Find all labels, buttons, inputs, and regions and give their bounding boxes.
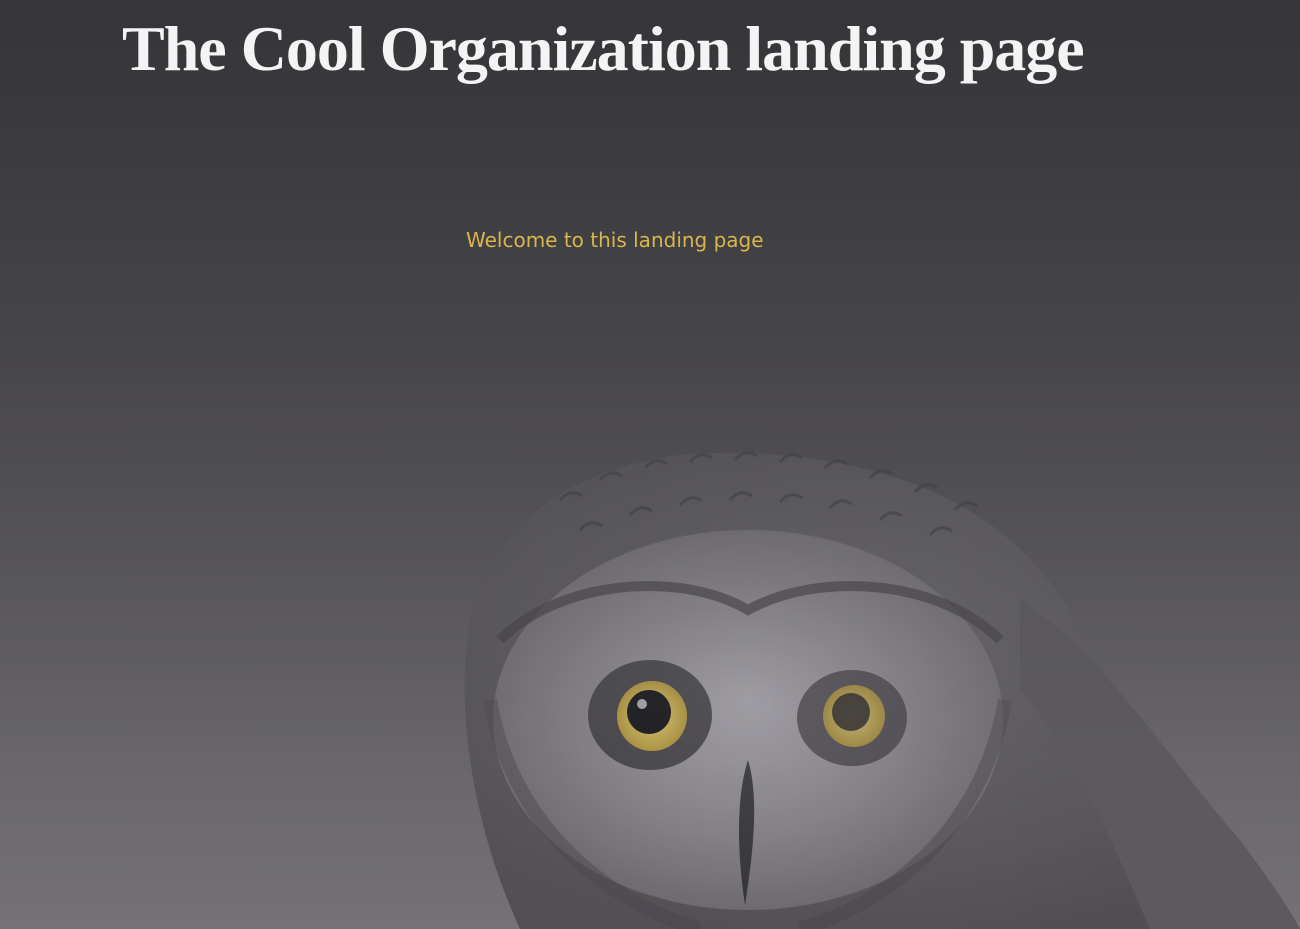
welcome-text: Welcome to this landing page: [466, 228, 764, 252]
owl-left-eye: [588, 660, 712, 770]
page-header: The Cool Organization landing page: [0, 0, 1300, 110]
owl-head-feathers: [558, 451, 978, 537]
dark-overlay: [0, 0, 1300, 929]
owl-beak: [739, 760, 755, 905]
page-title: The Cool Organization landing page: [122, 13, 1085, 84]
owl-body: [464, 452, 1300, 929]
owl-right-eye: [797, 670, 907, 766]
owl-background-image: [0, 0, 1300, 929]
owl-facial-disc: [483, 530, 1012, 929]
